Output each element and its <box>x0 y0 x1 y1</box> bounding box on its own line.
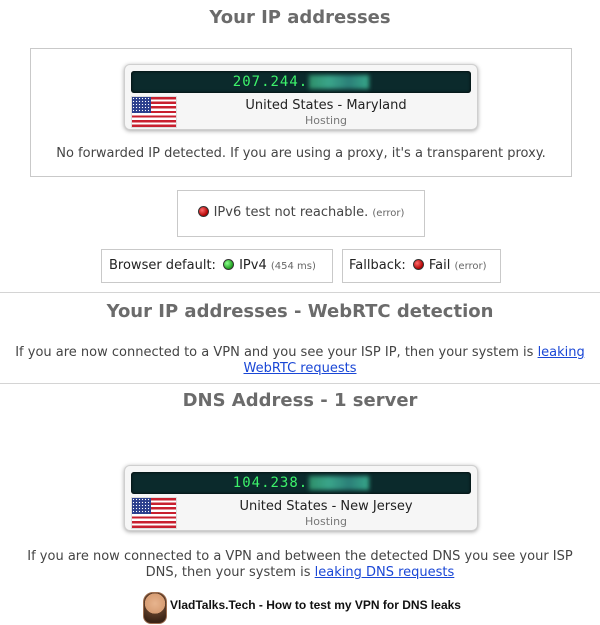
browser-default-protocol: IPv4 <box>239 258 267 273</box>
dns-redacted-blur <box>309 476 370 490</box>
dns-message-line1: If you are now connected to a VPN and be… <box>27 549 573 564</box>
status-red-dot-icon <box>197 206 209 217</box>
ip-type: Hosting <box>304 114 348 127</box>
page-title: Your IP addresses <box>209 7 391 28</box>
avatar-icon <box>143 592 167 624</box>
ipv6-status-box: IPv6 test not reachable. (error) <box>177 190 425 237</box>
fallback-label: Fallback: <box>349 258 406 273</box>
status-red-dot-icon <box>412 259 424 270</box>
webrtc-title: Your IP addresses - WebRTC detection <box>106 301 494 322</box>
dns-leaking-link[interactable]: leaking DNS requests <box>315 565 455 580</box>
ip-card: 207.244. United States - Maryland Hostin… <box>124 64 478 130</box>
ip-address-display: 207.244. <box>131 71 471 93</box>
dns-address-text: 104.238. <box>232 475 309 491</box>
fallback-box: Fallback: Fail (error) <box>342 249 501 283</box>
fallback-note: (error) <box>454 261 487 272</box>
us-flag-icon <box>131 497 177 529</box>
webrtc-message: If you are now connected to a VPN and yo… <box>0 345 600 377</box>
ipv6-status-note: (error) <box>372 208 405 219</box>
ip-location: United States - Maryland <box>245 98 407 113</box>
fallback-status: Fail <box>428 258 451 273</box>
dns-card: 104.238. United States - New Jersey Host… <box>124 465 478 531</box>
browser-default-label: Browser default: <box>109 258 216 273</box>
footer-text: VladTalks.Tech - How to test my VPN for … <box>170 598 461 612</box>
dns-address-display: 104.238. <box>131 472 471 494</box>
footer-banner: VladTalks.Tech - How to test my VPN for … <box>0 588 600 625</box>
dns-message-text: DNS, then your system is <box>145 565 311 580</box>
divider <box>0 292 600 293</box>
webrtc-message-text: If you are now connected to a VPN and yo… <box>15 345 534 360</box>
ip-panel: 207.244. United States - Maryland Hostin… <box>30 48 572 177</box>
dns-location: United States - New Jersey <box>239 499 413 514</box>
ipv6-status-label: IPv6 test not reachable. <box>213 205 369 220</box>
forward-message: No forwarded IP detected. If you are usi… <box>56 146 546 161</box>
divider <box>0 383 600 384</box>
ip-redacted-blur <box>309 75 370 89</box>
us-flag-icon <box>131 96 177 128</box>
status-green-dot-icon <box>223 259 235 270</box>
dns-message: If you are now connected to a VPN and be… <box>0 549 600 581</box>
webrtc-requests-link[interactable]: WebRTC requests <box>243 361 356 376</box>
browser-default-timing: (454 ms) <box>270 261 316 272</box>
webrtc-leaking-link[interactable]: leaking <box>538 345 585 360</box>
browser-default-box: Browser default: IPv4 (454 ms) <box>101 249 333 283</box>
dns-title: DNS Address - 1 server <box>182 390 418 411</box>
dns-type: Hosting <box>304 515 348 528</box>
ip-address-text: 207.244. <box>232 74 309 90</box>
